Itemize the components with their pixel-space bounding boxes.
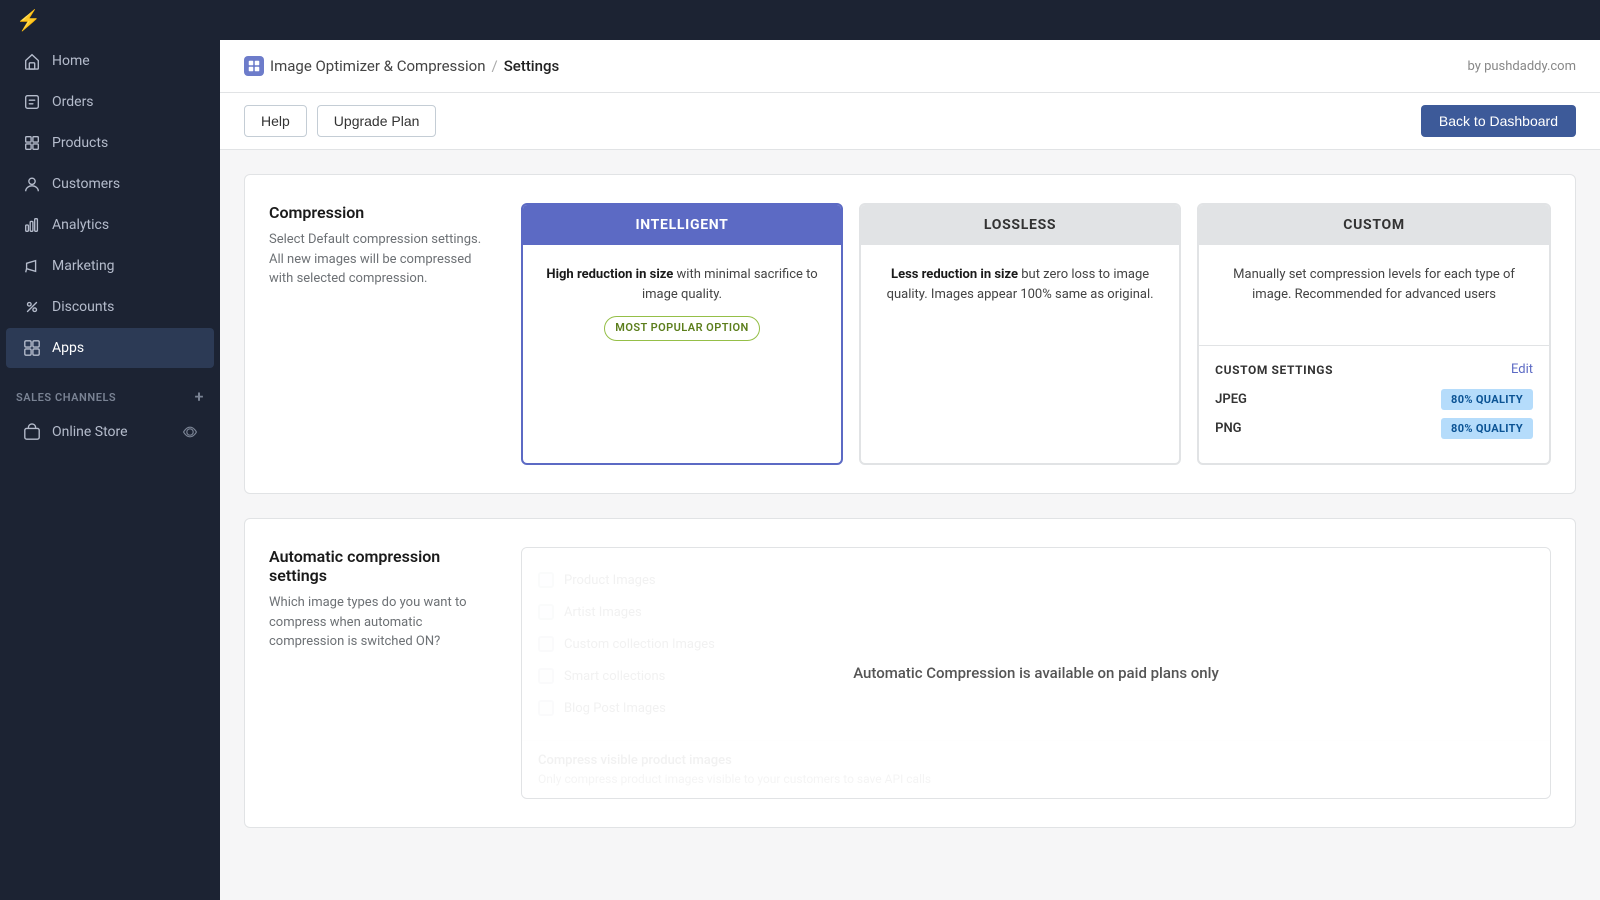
orders-icon xyxy=(22,92,42,112)
products-icon xyxy=(22,133,42,153)
custom-card-body: Manually set compression levels for each… xyxy=(1199,245,1549,345)
auto-overlay-text: Automatic Compression is available on pa… xyxy=(853,664,1219,682)
sidebar-item-home[interactable]: Home xyxy=(6,41,214,81)
png-quality-badge: 80% QUALITY xyxy=(1441,418,1533,439)
compression-cards-area: INTELLIGENT High reduction in size with … xyxy=(521,203,1551,465)
compression-card-custom[interactable]: CUSTOM Manually set compression levels f… xyxy=(1197,203,1551,465)
custom-settings-title: CUSTOM SETTINGS xyxy=(1215,363,1333,377)
compression-left: Compression Select Default compression s… xyxy=(269,203,489,465)
online-store-icon xyxy=(22,422,42,442)
auto-compression-section: Automatic compression settings Which ima… xyxy=(244,518,1576,828)
sidebar-label-home: Home xyxy=(52,53,90,69)
analytics-icon xyxy=(22,215,42,235)
sales-channels-label: SALES CHANNELS xyxy=(16,391,116,404)
jpeg-label: JPEG xyxy=(1215,392,1247,407)
compression-inner: Compression Select Default compression s… xyxy=(269,203,1551,465)
png-quality-row: PNG 80% QUALITY xyxy=(1215,418,1533,439)
discounts-icon xyxy=(22,297,42,317)
jpeg-quality-row: JPEG 80% QUALITY xyxy=(1215,389,1533,410)
compression-title: Compression xyxy=(269,203,489,222)
sidebar-label-orders: Orders xyxy=(52,94,94,110)
custom-settings-section: CUSTOM SETTINGS Edit JPEG 80% QUALITY PN… xyxy=(1199,345,1549,463)
sidebar-item-analytics[interactable]: Analytics xyxy=(6,205,214,245)
lossless-body-strong: Less reduction in size xyxy=(891,267,1018,282)
sidebar-label-marketing: Marketing xyxy=(52,258,115,274)
app-icon xyxy=(244,56,264,76)
topbar: ⚡ xyxy=(0,0,1600,40)
sidebar-label-discounts: Discounts xyxy=(52,299,114,315)
content-header: Image Optimizer & Compression / Settings… xyxy=(220,40,1600,93)
compression-description: Select Default compression settings. All… xyxy=(269,230,489,289)
topbar-logo: ⚡ xyxy=(16,8,41,32)
intelligent-card-header: INTELLIGENT xyxy=(523,205,841,245)
sidebar-label-products: Products xyxy=(52,135,108,151)
breadcrumb-app-name: Image Optimizer & Compression xyxy=(270,57,486,75)
png-label: PNG xyxy=(1215,421,1241,436)
auto-description: Which image types do you want to compres… xyxy=(269,593,489,652)
compression-card-intelligent[interactable]: INTELLIGENT High reduction in size with … xyxy=(521,203,843,465)
custom-settings-header: CUSTOM SETTINGS Edit xyxy=(1215,362,1533,377)
lossless-card-body: Less reduction in size but zero loss to … xyxy=(861,245,1179,345)
auto-compression-inner: Automatic compression settings Which ima… xyxy=(269,547,1551,799)
sidebar-item-online-store[interactable]: Online Store xyxy=(6,412,214,452)
sidebar-label-analytics: Analytics xyxy=(52,217,109,233)
online-store-visibility-icon[interactable] xyxy=(182,424,198,440)
sidebar-item-orders[interactable]: Orders xyxy=(6,82,214,122)
sidebar-item-products[interactable]: Products xyxy=(6,123,214,163)
popular-badge: MOST POPULAR OPTION xyxy=(604,316,759,341)
auto-right: Automatic Compression is available on pa… xyxy=(521,547,1551,799)
header-by-label: by pushdaddy.com xyxy=(1467,59,1576,74)
add-sales-channel-button[interactable]: + xyxy=(195,389,204,405)
help-button[interactable]: Help xyxy=(244,105,307,137)
apps-icon xyxy=(22,338,42,358)
content-body: Compression Select Default compression s… xyxy=(220,150,1600,876)
custom-card-header: CUSTOM xyxy=(1199,205,1549,245)
upgrade-plan-button[interactable]: Upgrade Plan xyxy=(317,105,437,137)
compression-card-lossless[interactable]: LOSSLESS Less reduction in size but zero… xyxy=(859,203,1181,465)
auto-left: Automatic compression settings Which ima… xyxy=(269,547,489,799)
customers-icon xyxy=(22,174,42,194)
breadcrumb: Image Optimizer & Compression / Settings xyxy=(244,56,559,76)
sidebar: Home Orders Products Customers Analytics Mark… xyxy=(0,40,220,900)
custom-settings-edit-link[interactable]: Edit xyxy=(1511,362,1533,377)
back-to-dashboard-button[interactable]: Back to Dashboard xyxy=(1421,105,1576,137)
main-layout: Home Orders Products Customers Analytics Mark… xyxy=(0,40,1600,900)
jpeg-quality-badge: 80% QUALITY xyxy=(1441,389,1533,410)
main-content: Image Optimizer & Compression / Settings… xyxy=(220,40,1600,900)
breadcrumb-separator: / xyxy=(492,57,498,75)
sidebar-item-discounts[interactable]: Discounts xyxy=(6,287,214,327)
home-icon xyxy=(22,51,42,71)
intelligent-card-body: High reduction in size with minimal sacr… xyxy=(523,245,841,361)
sidebar-item-apps[interactable]: Apps xyxy=(6,328,214,368)
breadcrumb-current-page: Settings xyxy=(504,57,560,75)
auto-title: Automatic compression settings xyxy=(269,547,489,585)
sidebar-label-apps: Apps xyxy=(52,340,84,356)
toolbar: Help Upgrade Plan Back to Dashboard xyxy=(220,93,1600,150)
lossless-card-header: LOSSLESS xyxy=(861,205,1179,245)
online-store-label: Online Store xyxy=(52,424,128,440)
sidebar-item-marketing[interactable]: Marketing xyxy=(6,246,214,286)
sidebar-label-customers: Customers xyxy=(52,176,120,192)
marketing-icon xyxy=(22,256,42,276)
sales-channels-section: SALES CHANNELS + xyxy=(0,377,220,411)
intelligent-body-strong: High reduction in size xyxy=(546,267,673,282)
auto-overlay: Automatic Compression is available on pa… xyxy=(522,548,1550,798)
sidebar-item-customers[interactable]: Customers xyxy=(6,164,214,204)
compression-section: Compression Select Default compression s… xyxy=(244,174,1576,494)
